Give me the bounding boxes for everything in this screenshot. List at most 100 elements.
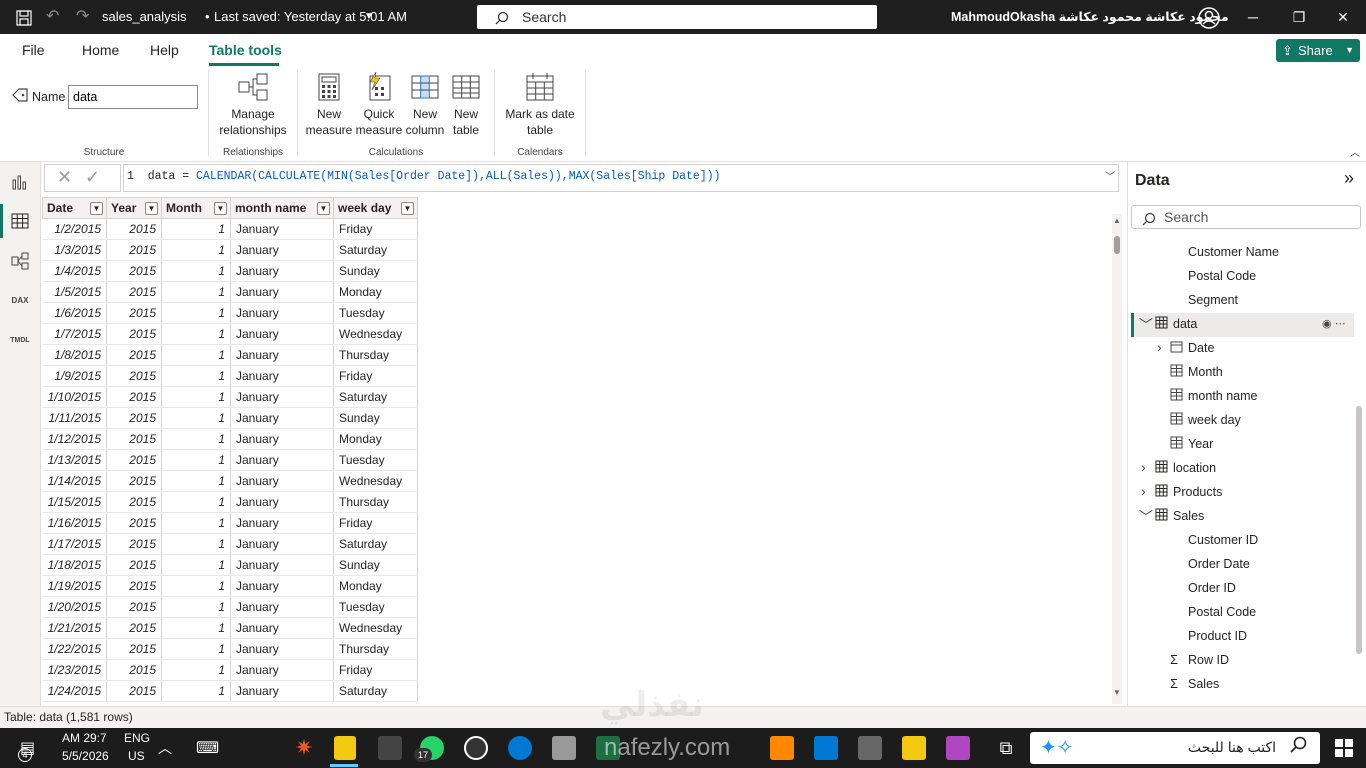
vlc-icon[interactable] <box>770 736 794 760</box>
media-app-icon[interactable] <box>378 736 402 760</box>
maximize-button[interactable]: ❐ <box>1276 0 1322 34</box>
table-cell[interactable]: 1/20/2015 <box>42 596 107 618</box>
table-cell[interactable]: 1/13/2015 <box>42 449 107 471</box>
tray-chevron-icon[interactable]: ︿ <box>158 738 172 758</box>
task-view-icon[interactable]: ⧉ <box>994 736 1018 760</box>
clock-date[interactable]: 5/5/2026 <box>62 749 109 763</box>
table-cell[interactable]: 2015 <box>106 659 162 681</box>
menu-table-tools[interactable]: Table tools <box>209 42 282 58</box>
table-cell[interactable]: Wednesday <box>333 323 418 345</box>
table-cell[interactable]: Monday <box>333 428 418 450</box>
table-cell[interactable]: 1 <box>161 449 231 471</box>
table-cell[interactable]: 1 <box>161 659 231 681</box>
table-cell[interactable]: January <box>230 638 334 660</box>
table-cell[interactable]: 2015 <box>106 302 162 324</box>
table-item[interactable]: location <box>1173 461 1216 475</box>
chevron-down-icon[interactable]: ﹀ <box>1139 507 1153 527</box>
table-cell[interactable]: Thursday <box>333 344 418 366</box>
collapse-ribbon-icon[interactable]: ︿ <box>1350 144 1360 159</box>
column-header-date[interactable]: Date ▼ <box>42 197 107 219</box>
table-cell[interactable]: 1/22/2015 <box>42 638 107 660</box>
field-item[interactable]: Postal Code <box>1188 605 1256 619</box>
field-item[interactable]: month name <box>1188 389 1257 403</box>
menu-home[interactable]: Home <box>82 42 119 58</box>
app-burst-icon[interactable]: ✷ <box>292 736 316 760</box>
table-cell[interactable]: 1/19/2015 <box>42 575 107 597</box>
table-cell[interactable]: 1 <box>161 365 231 387</box>
explorer-app-icon[interactable] <box>552 736 576 760</box>
table-cell[interactable]: January <box>230 428 334 450</box>
table-cell[interactable]: 1 <box>161 407 231 429</box>
table-cell[interactable]: 2015 <box>106 344 162 366</box>
table-cell[interactable]: January <box>230 533 334 555</box>
filter-dropdown-icon[interactable]: ▼ <box>317 202 330 215</box>
table-cell[interactable]: 2015 <box>106 533 162 555</box>
column-header-week-day[interactable]: week day ▼ <box>333 197 418 219</box>
table-cell[interactable]: 2015 <box>106 680 162 702</box>
table-cell[interactable]: 1/11/2015 <box>42 407 107 429</box>
table-cell[interactable]: Saturday <box>333 239 418 261</box>
table-cell[interactable]: 1/9/2015 <box>42 365 107 387</box>
table-row[interactable]: 1/11/2015 2015 1 January Sunday <box>42 407 418 429</box>
table-cell[interactable]: January <box>230 575 334 597</box>
table-cell[interactable]: 2015 <box>106 428 162 450</box>
new-table-button[interactable]: New table <box>446 72 486 138</box>
dax-query-view-icon[interactable]: DAX <box>10 291 30 311</box>
mark-as-date-table-button[interactable]: Mark as date table <box>500 72 580 138</box>
table-row[interactable]: 1/9/2015 2015 1 January Friday <box>42 365 418 387</box>
save-icon[interactable] <box>16 0 32 34</box>
manage-relationships-button[interactable]: Manage relationships <box>214 72 292 138</box>
table-row[interactable]: 1/18/2015 2015 1 January Sunday <box>42 554 418 576</box>
table-cell[interactable]: Tuesday <box>333 449 418 471</box>
field-item[interactable]: Date <box>1188 341 1214 355</box>
field-item[interactable]: Order Date <box>1188 557 1250 571</box>
table-cell[interactable]: 2015 <box>106 554 162 576</box>
column-header-month-name[interactable]: month name ▼ <box>230 197 334 219</box>
outlook-icon[interactable] <box>814 736 838 760</box>
table-cell[interactable]: Wednesday <box>333 617 418 639</box>
table-cell[interactable]: January <box>230 554 334 576</box>
field-item[interactable]: Month <box>1188 365 1223 379</box>
table-cell[interactable]: 1/21/2015 <box>42 617 107 639</box>
scroll-up-icon[interactable]: ▲ <box>1113 216 1121 225</box>
column-header-year[interactable]: Year ▼ <box>106 197 162 219</box>
table-cell[interactable]: 2015 <box>106 575 162 597</box>
table-cell[interactable]: Sunday <box>333 554 418 576</box>
table-cell[interactable]: 2015 <box>106 596 162 618</box>
table-row[interactable]: 1/17/2015 2015 1 January Saturday <box>42 533 418 555</box>
avatar[interactable] <box>1198 0 1220 34</box>
table-cell[interactable]: January <box>230 260 334 282</box>
store-icon[interactable] <box>858 736 882 760</box>
table-cell[interactable]: January <box>230 596 334 618</box>
table-row[interactable]: 1/5/2015 2015 1 January Monday <box>42 281 418 303</box>
field-item[interactable]: Sales <box>1188 677 1219 691</box>
table-cell[interactable]: January <box>230 617 334 639</box>
data-search-input[interactable]: Search <box>1131 205 1361 229</box>
table-cell[interactable]: January <box>230 386 334 408</box>
new-measure-button[interactable]: New measure <box>304 72 354 138</box>
table-cell[interactable]: January <box>230 218 334 240</box>
new-column-button[interactable]: New column <box>403 72 447 138</box>
table-row[interactable]: 1/3/2015 2015 1 January Saturday <box>42 239 418 261</box>
table-cell[interactable]: 1 <box>161 281 231 303</box>
table-cell[interactable]: Saturday <box>333 386 418 408</box>
saved-status[interactable]: Last saved: Yesterday at 5:01 AM <box>214 0 407 34</box>
table-cell[interactable]: 1/3/2015 <box>42 239 107 261</box>
table-cell[interactable]: Thursday <box>333 491 418 513</box>
table-cell[interactable]: 1/15/2015 <box>42 491 107 513</box>
table-cell[interactable]: 1 <box>161 470 231 492</box>
share-button[interactable]: ⇪ Share ▼ <box>1276 39 1360 62</box>
table-cell[interactable]: 1 <box>161 239 231 261</box>
table-cell[interactable]: Sunday <box>333 260 418 282</box>
table-cell[interactable]: 1 <box>161 218 231 240</box>
model-view-icon[interactable] <box>10 251 30 271</box>
table-cell[interactable]: Monday <box>333 575 418 597</box>
scroll-down-icon[interactable]: ▼ <box>1113 688 1121 697</box>
table-cell[interactable]: January <box>230 512 334 534</box>
table-cell[interactable]: Saturday <box>333 680 418 702</box>
bluetooth-icon[interactable] <box>508 736 532 760</box>
table-cell[interactable]: 1 <box>161 575 231 597</box>
table-cell[interactable]: 1/16/2015 <box>42 512 107 534</box>
table-item-data[interactable]: data <box>1173 317 1197 331</box>
taskbar-search-box[interactable]: ✦✧ اكتب هنا للبحث <box>1030 732 1320 764</box>
